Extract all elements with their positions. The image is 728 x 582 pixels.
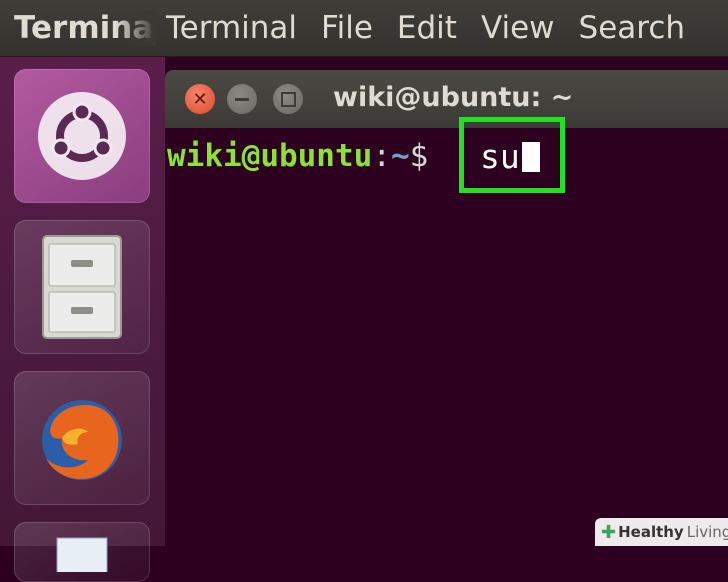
prompt-separator: : (372, 138, 391, 174)
close-button[interactable]: ✕ (185, 84, 215, 114)
maximize-button[interactable] (273, 84, 303, 114)
menu-view[interactable]: View (481, 10, 555, 46)
files-cabinet-icon (42, 235, 122, 339)
prompt-symbol: $ (409, 138, 429, 174)
prompt-path: ~ (390, 138, 410, 174)
minimize-button[interactable] (227, 84, 257, 114)
active-app-name: Terminal (0, 10, 156, 46)
command-highlight-box (459, 117, 565, 193)
plus-icon: ✚ (601, 521, 617, 543)
close-icon: ✕ (192, 88, 208, 110)
launcher-sidebar (0, 57, 166, 582)
maximize-icon (280, 91, 296, 107)
launcher-item-firefox[interactable] (14, 371, 150, 505)
menu-file[interactable]: File (321, 10, 373, 46)
launcher-item-dash[interactable] (14, 69, 150, 203)
top-menu-bar: Terminal Terminal File Edit View Search (0, 0, 728, 57)
menu-edit[interactable]: Edit (397, 10, 457, 46)
firefox-icon (42, 400, 122, 480)
document-icon (56, 537, 108, 572)
terminal-titlebar[interactable]: ✕ wiki@ubuntu: ~ (165, 70, 728, 129)
watermark: ✚ Healthy Living (595, 518, 728, 546)
window-title: wiki@ubuntu: ~ (333, 82, 574, 113)
menu-terminal[interactable]: Terminal (166, 10, 297, 46)
watermark-brand-light: Living (686, 523, 728, 541)
launcher-item-files[interactable] (14, 220, 150, 354)
ubuntu-dash-icon (38, 92, 126, 180)
terminal-output-area[interactable] (165, 128, 728, 546)
shell-prompt: wiki@ubuntu:~$ (167, 138, 428, 174)
watermark-brand-bold: Healthy (618, 523, 684, 541)
menu-search[interactable]: Search (579, 10, 686, 46)
minimize-icon (235, 97, 249, 101)
launcher-item-document[interactable] (14, 522, 150, 582)
prompt-user: wiki@ubuntu (167, 138, 373, 174)
